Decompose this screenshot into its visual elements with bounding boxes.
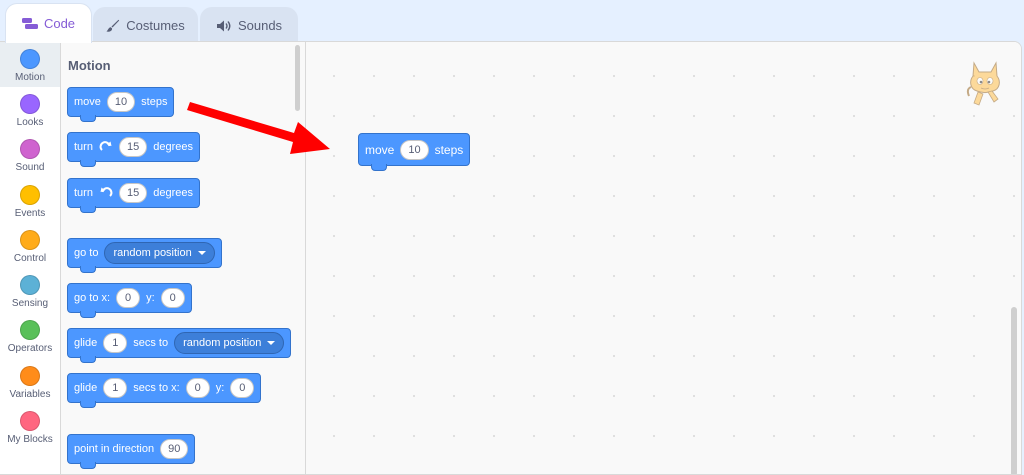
go-to-xy-block[interactable]: go to x: 0 y: 0 bbox=[67, 283, 192, 318]
block-text: steps bbox=[141, 96, 168, 108]
x-input[interactable]: 0 bbox=[185, 378, 210, 398]
workspace-move-steps-block[interactable]: move 10 steps bbox=[358, 133, 471, 171]
dropdown-value: random position bbox=[183, 337, 262, 349]
go-to-block[interactable]: go to random position bbox=[67, 238, 222, 273]
block-text: go to x: bbox=[74, 292, 111, 304]
category-label: Operators bbox=[7, 343, 53, 354]
chevron-down-icon bbox=[197, 251, 206, 255]
category-dot bbox=[20, 230, 40, 250]
category-variables[interactable]: Variables bbox=[0, 359, 60, 404]
block-text: secs to bbox=[133, 337, 169, 349]
tab-sounds[interactable]: Sounds bbox=[200, 7, 298, 43]
scratch-editor: Code Costumes Sounds Motion Looks Sound … bbox=[0, 0, 1024, 475]
cat-sprite-icon bbox=[964, 59, 1006, 114]
block-text: glide bbox=[74, 382, 98, 394]
category-label: Motion bbox=[14, 72, 45, 83]
tab-costumes-label: Costumes bbox=[126, 18, 185, 33]
category-events[interactable]: Events bbox=[0, 178, 60, 223]
point-in-direction-block[interactable]: point in direction 90 bbox=[67, 434, 196, 469]
secs-input[interactable]: 1 bbox=[103, 378, 128, 398]
editor-main: Motion Looks Sound Events Control Sensin… bbox=[0, 41, 1022, 475]
category-motion[interactable]: Motion bbox=[0, 42, 60, 87]
category-dot bbox=[20, 320, 40, 340]
degrees-input[interactable]: 15 bbox=[118, 137, 148, 157]
glide-to-xy-block[interactable]: glide 1 secs to x: 0 y: 0 bbox=[67, 373, 262, 408]
block-text: degrees bbox=[153, 187, 193, 199]
dropdown-value: random position bbox=[113, 247, 192, 259]
steps-input[interactable]: 10 bbox=[106, 92, 136, 112]
category-dot bbox=[20, 49, 40, 69]
block-text: turn bbox=[74, 141, 93, 153]
tab-costumes[interactable]: Costumes bbox=[93, 7, 198, 43]
glide-to-block[interactable]: glide 1 secs to random position bbox=[67, 328, 292, 363]
speaker-icon bbox=[216, 20, 232, 32]
block-text: secs to x: bbox=[133, 382, 180, 394]
turn-right-block[interactable]: turn 15 degrees bbox=[67, 132, 200, 167]
goto-target-dropdown[interactable]: random position bbox=[104, 242, 215, 264]
category-label: Control bbox=[13, 253, 47, 264]
category-sensing[interactable]: Sensing bbox=[0, 268, 60, 313]
block-text: move bbox=[365, 142, 395, 157]
glide-target-dropdown[interactable]: random position bbox=[174, 332, 285, 354]
block-text: point in direction bbox=[74, 443, 155, 455]
block-text: turn bbox=[74, 187, 93, 199]
block-text: y: bbox=[215, 382, 225, 394]
turn-left-block[interactable]: turn 15 degrees bbox=[67, 178, 200, 213]
category-label: Events bbox=[14, 208, 46, 219]
code-icon bbox=[21, 17, 38, 30]
category-control[interactable]: Control bbox=[0, 223, 60, 268]
tab-sounds-label: Sounds bbox=[237, 18, 283, 33]
rotate-right-icon bbox=[99, 140, 113, 154]
category-menu: Motion Looks Sound Events Control Sensin… bbox=[0, 42, 61, 474]
direction-input[interactable]: 90 bbox=[160, 439, 189, 459]
category-dot bbox=[20, 411, 40, 431]
script-workspace[interactable]: move 10 steps bbox=[306, 42, 1021, 474]
category-label: Variables bbox=[9, 389, 51, 400]
chevron-down-icon bbox=[267, 341, 276, 345]
category-dot bbox=[20, 275, 40, 295]
category-dot bbox=[20, 185, 40, 205]
rotate-left-icon bbox=[99, 186, 113, 200]
block-text: go to bbox=[74, 247, 99, 259]
category-dot bbox=[20, 366, 40, 386]
workspace-scrollbar[interactable] bbox=[1011, 307, 1017, 474]
category-label: Looks bbox=[16, 117, 44, 128]
category-my-blocks[interactable]: My Blocks bbox=[0, 404, 60, 449]
steps-input[interactable]: 10 bbox=[400, 139, 429, 160]
degrees-input[interactable]: 15 bbox=[118, 183, 148, 203]
y-input[interactable]: 0 bbox=[160, 288, 185, 308]
block-text: y: bbox=[146, 292, 155, 304]
block-text: glide bbox=[74, 337, 98, 349]
category-label: Sound bbox=[15, 162, 45, 173]
category-label: Sensing bbox=[11, 298, 49, 309]
tab-code-label: Code bbox=[43, 16, 76, 31]
drag-arrow-annotation bbox=[187, 102, 330, 154]
category-dot bbox=[20, 139, 40, 159]
x-input[interactable]: 0 bbox=[116, 288, 141, 308]
secs-input[interactable]: 1 bbox=[103, 333, 128, 353]
palette-title: Motion bbox=[68, 58, 111, 73]
category-label: My Blocks bbox=[7, 434, 53, 445]
move-steps-block[interactable]: move 10 steps bbox=[67, 87, 175, 122]
block-text: steps bbox=[434, 142, 464, 157]
tab-bar: Code Costumes Sounds bbox=[0, 0, 1024, 43]
category-dot bbox=[20, 94, 40, 114]
category-looks[interactable]: Looks bbox=[0, 87, 60, 132]
tab-code[interactable]: Code bbox=[5, 3, 92, 43]
y-input[interactable]: 0 bbox=[230, 378, 255, 398]
block-text: move bbox=[74, 96, 101, 108]
category-operators[interactable]: Operators bbox=[0, 313, 60, 358]
category-sound[interactable]: Sound bbox=[0, 132, 60, 177]
brush-icon bbox=[106, 19, 120, 33]
